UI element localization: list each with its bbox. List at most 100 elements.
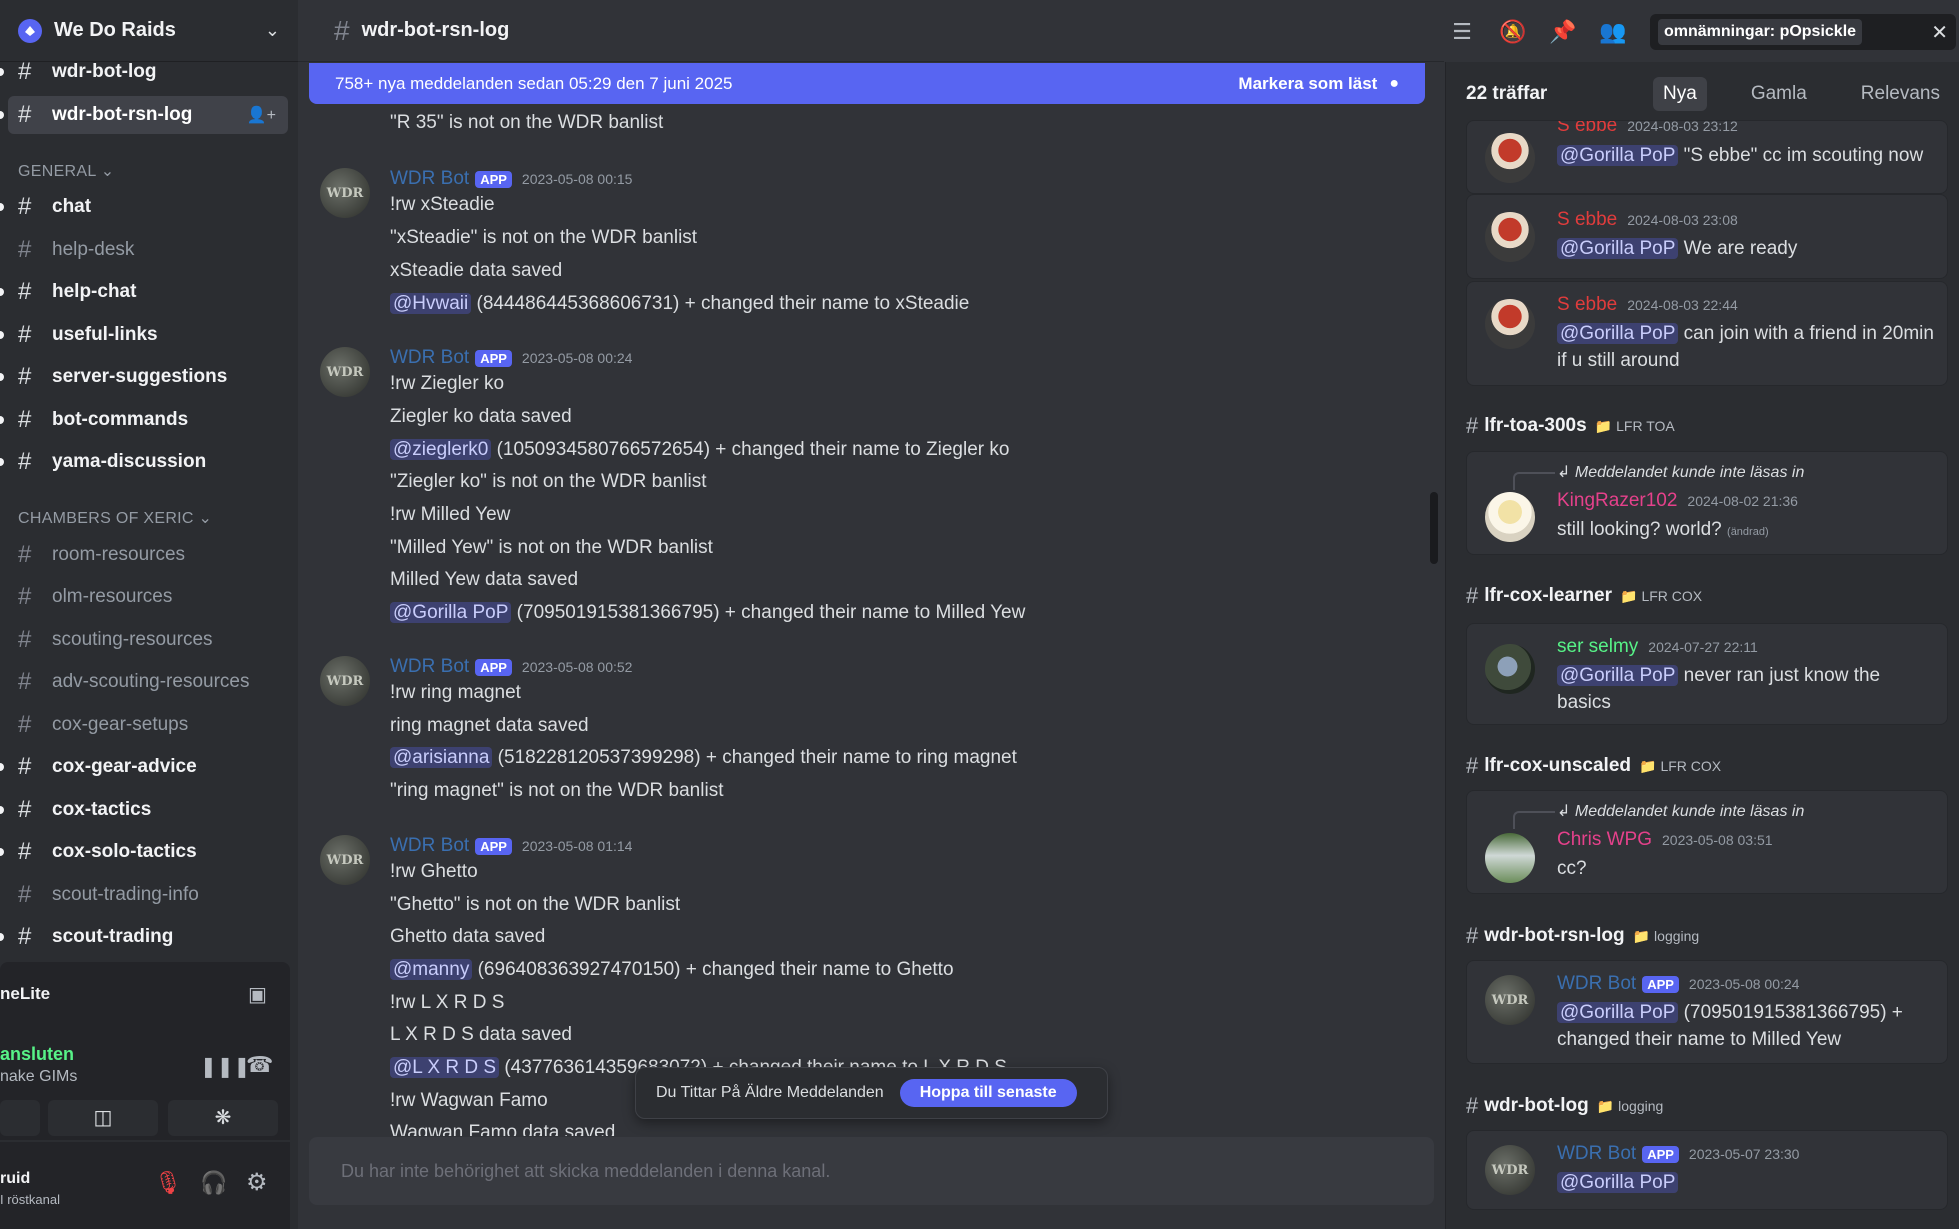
channel-wdr-bot-log[interactable]: # wdr-bot-log	[0, 53, 290, 91]
mute-icon[interactable]: 🎙	[154, 1170, 182, 1196]
result-channel-label[interactable]: # lfr-cox-learner 📁 LFR COX	[1466, 583, 1702, 609]
author-name[interactable]: S ebbe	[1557, 209, 1617, 231]
category-general[interactable]: GENERAL ⌄	[18, 161, 114, 181]
author-name[interactable]: WDR Bot	[1557, 973, 1636, 995]
channel-title: wdr-bot-rsn-log	[361, 19, 510, 41]
sort-tab-newest[interactable]: Nya	[1653, 77, 1707, 111]
avatar[interactable]: WDR	[320, 656, 370, 706]
result-channel-label[interactable]: # wdr-bot-log 📁 logging	[1466, 1093, 1663, 1119]
channel-scout-trading-info[interactable]: # scout-trading-info	[0, 876, 290, 914]
user-mention[interactable]: @Gorilla PoP	[1557, 323, 1679, 344]
camera-button[interactable]	[0, 1100, 40, 1136]
sort-tab-relevance[interactable]: Relevans	[1851, 77, 1950, 111]
search-result-card[interactable]: S ebbe 2024-08-03 22:44 @Gorilla PoP can…	[1466, 281, 1948, 386]
activity-app-name: neLite	[0, 984, 51, 1003]
result-channel-label[interactable]: # lfr-cox-unscaled 📁 LFR COX	[1466, 753, 1721, 779]
channel-bot-commands[interactable]: # bot-commands	[0, 401, 290, 439]
jump-to-latest-button[interactable]: Hoppa till senaste	[899, 1079, 1077, 1107]
add-member-icon[interactable]: 👤+	[247, 105, 276, 125]
user-mention[interactable]: @Gorilla PoP	[1557, 145, 1679, 166]
user-mention[interactable]: @Gorilla PoP	[1557, 238, 1679, 259]
author-name[interactable]: KingRazer102	[1557, 490, 1677, 512]
user-mention[interactable]: @zieglerk0	[390, 439, 492, 460]
user-mention[interactable]: @Gorilla PoP	[390, 602, 512, 623]
username[interactable]: ruid	[0, 1170, 30, 1188]
user-mention[interactable]: @L X R D S	[390, 1057, 500, 1078]
author-name[interactable]: S ebbe	[1557, 121, 1617, 137]
message-line: !rw Milled Yew	[390, 504, 511, 525]
user-mention[interactable]: @Gorilla PoP	[1557, 665, 1679, 686]
search-result-card[interactable]: ser selmy 2024-07-27 22:11 @Gorilla PoP …	[1466, 623, 1948, 725]
author-name[interactable]: WDR Bot	[390, 168, 469, 190]
channel-server-suggestions[interactable]: # server-suggestions	[0, 358, 290, 396]
result-text: still looking? world? (ändrad)	[1557, 516, 1937, 546]
author-name[interactable]: WDR Bot	[390, 835, 469, 857]
hash-icon: #	[18, 236, 32, 263]
user-mention[interactable]: @Gorilla PoP	[1557, 1172, 1679, 1193]
search-input[interactable]: omnämningar: pOpsickle ✕	[1650, 14, 1956, 50]
channel-scout-trading[interactable]: # scout-trading	[0, 918, 290, 956]
threads-icon[interactable]: ☰	[1449, 19, 1475, 45]
author-name[interactable]: Chris WPG	[1557, 829, 1652, 851]
new-messages-banner[interactable]: 758+ nya meddelanden sedan 05:29 den 7 j…	[309, 63, 1425, 104]
channel-help-desk[interactable]: # help-desk	[0, 231, 290, 269]
hash-icon: #	[18, 193, 32, 220]
channel-adv-scouting-resources[interactable]: # adv-scouting-resources	[0, 663, 290, 701]
result-channel-label[interactable]: # lfr-toa-300s 📁 LFR TOA	[1466, 413, 1675, 439]
channel-cox-gear-setups[interactable]: # cox-gear-setups	[0, 706, 290, 744]
pin-icon[interactable]: 📌	[1549, 19, 1576, 45]
channel-wdr-bot-rsn-log[interactable]: # wdr-bot-rsn-log 👤+	[0, 96, 288, 134]
result-channel-label[interactable]: # wdr-bot-rsn-log 📁 logging	[1466, 923, 1699, 949]
settings-gear-icon[interactable]: ⚙	[246, 1168, 268, 1197]
avatar[interactable]: WDR	[320, 835, 370, 885]
user-mention[interactable]: @Gorilla PoP	[1557, 1002, 1679, 1023]
sort-tab-oldest[interactable]: Gamla	[1741, 77, 1817, 111]
author-name[interactable]: WDR Bot	[390, 347, 469, 369]
channel-useful-links[interactable]: # useful-links	[0, 316, 290, 354]
screen-share-icon[interactable]: ▣	[248, 982, 267, 1007]
search-result-card[interactable]: WDR WDR Bot APP 2023-05-08 00:24 @Gorill…	[1466, 960, 1948, 1064]
member-list-icon[interactable]: 👥	[1599, 19, 1626, 45]
search-result-card[interactable]: ↲ Meddelandet kunde inte läsas in Chris …	[1466, 790, 1948, 894]
user-mention[interactable]: @Hvwaii	[390, 293, 472, 314]
deafen-icon[interactable]: 🎧	[200, 1170, 227, 1196]
disconnect-icon[interactable]: ☎	[246, 1052, 273, 1078]
channel-name: yama-discussion	[52, 451, 207, 472]
message-line: !rw ring magnet	[390, 682, 521, 703]
close-icon[interactable]: ✕	[1931, 20, 1948, 45]
category-cox[interactable]: CHAMBERS OF XERIC ⌄	[18, 508, 212, 528]
search-result-card[interactable]: S ebbe 2024-08-03 23:12 @Gorilla PoP "S …	[1466, 120, 1948, 194]
author-name[interactable]: S ebbe	[1557, 294, 1617, 316]
voice-waveform-icon[interactable]: ❚❚❚	[200, 1054, 250, 1079]
search-result-card[interactable]: WDR WDR Bot APP 2023-05-07 23:30 @Gorill…	[1466, 1130, 1948, 1210]
hash-icon: #	[18, 363, 32, 390]
user-mention[interactable]: @arisianna	[390, 747, 493, 768]
search-result-card[interactable]: S ebbe 2024-08-03 23:08 @Gorilla PoP We …	[1466, 194, 1948, 279]
channel-olm-resources[interactable]: # olm-resources	[0, 578, 290, 616]
author-name[interactable]: ser selmy	[1557, 636, 1638, 658]
author-name[interactable]: WDR Bot	[390, 656, 469, 678]
mark-as-read-button[interactable]: Markera som läst	[1238, 74, 1377, 94]
channel-name: cox-gear-advice	[52, 756, 197, 777]
message-header: WDR Bot APP 2023-05-08 00:24	[390, 347, 632, 369]
avatar[interactable]: WDR	[320, 168, 370, 218]
user-mention[interactable]: @manny	[390, 959, 473, 980]
search-result-card[interactable]: ↲ Meddelandet kunde inte läsas in KingRa…	[1466, 451, 1948, 555]
channel-help-chat[interactable]: # help-chat	[0, 273, 290, 311]
scrollbar-thumb[interactable]	[1430, 492, 1438, 564]
notification-bell-muted-icon[interactable]: 🔕	[1499, 19, 1526, 45]
share-screen-button[interactable]: ◫	[48, 1100, 158, 1136]
mark-read-icon: ●	[1389, 74, 1399, 92]
voice-channel-name[interactable]: nake GIMs	[0, 1068, 77, 1086]
avatar[interactable]: WDR	[320, 347, 370, 397]
author-name[interactable]: WDR Bot	[1557, 1143, 1636, 1165]
channel-room-resources[interactable]: # room-resources	[0, 536, 290, 574]
activities-button[interactable]: ❋	[168, 1100, 278, 1136]
channel-chat[interactable]: # chat	[0, 188, 290, 226]
chevron-down-icon[interactable]: ⌄	[265, 20, 280, 41]
channel-yama-discussion[interactable]: # yama-discussion	[0, 443, 290, 481]
channel-cox-tactics[interactable]: # cox-tactics	[0, 791, 290, 829]
channel-cox-solo-tactics[interactable]: # cox-solo-tactics	[0, 833, 290, 871]
channel-cox-gear-advice[interactable]: # cox-gear-advice	[0, 748, 290, 786]
channel-scouting-resources[interactable]: # scouting-resources	[0, 621, 290, 659]
